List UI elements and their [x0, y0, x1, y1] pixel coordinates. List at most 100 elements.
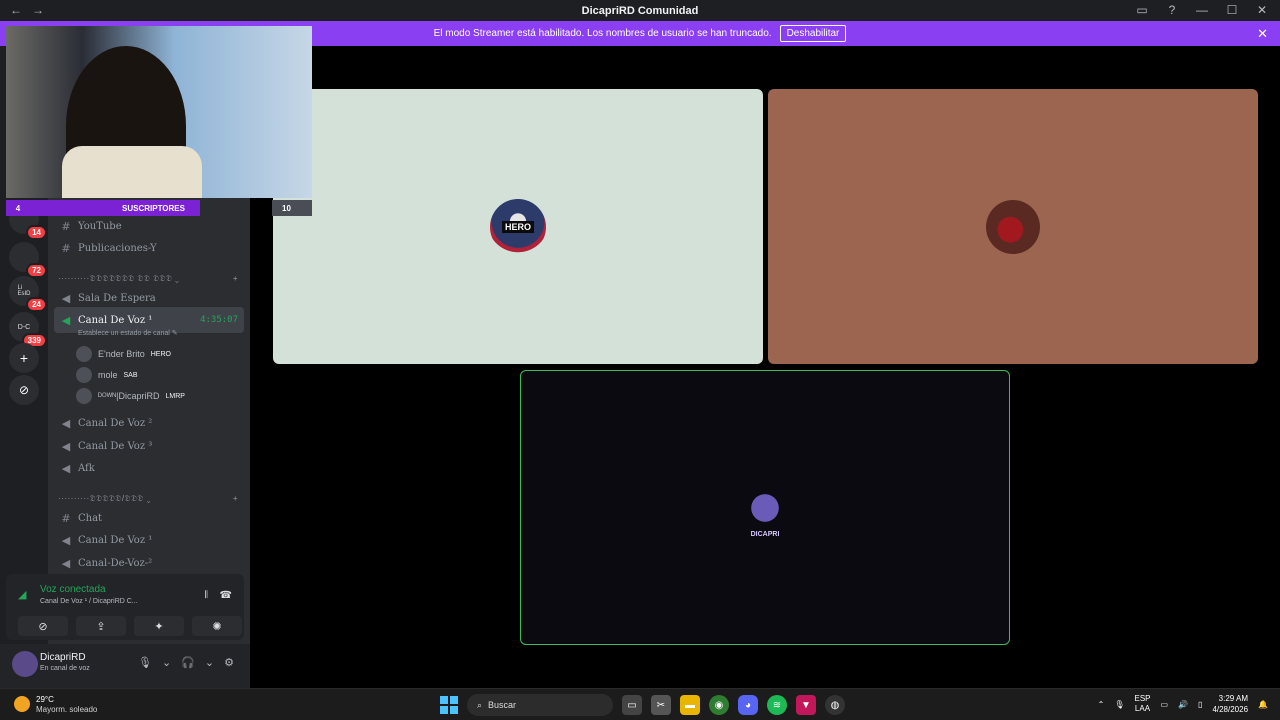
app-icon[interactable]: ▼	[796, 695, 816, 715]
chevron-down-icon[interactable]: ⌄	[205, 656, 214, 669]
voice-user[interactable]: E'nder Brito HERO	[76, 346, 171, 362]
screen-share-icon[interactable]: ⇪	[76, 616, 126, 636]
taskbar-search[interactable]: ⌕ Buscar	[467, 694, 613, 716]
participant-tile-speaking[interactable]: DICAPRI	[520, 370, 1010, 645]
avatar	[76, 367, 92, 383]
obs-icon[interactable]: ◍	[825, 695, 845, 715]
explore-icon[interactable]: ⊘	[9, 375, 39, 405]
inbox-icon[interactable]: ▭	[1134, 3, 1150, 17]
snipping-tool-icon[interactable]: ✂	[651, 695, 671, 715]
search-placeholder: Buscar	[488, 700, 517, 710]
channel-status[interactable]: Establece un estado de canal ✎	[78, 329, 178, 337]
channel-canal-de-voz-2[interactable]: ◀ Canal De Voz ²	[54, 412, 244, 434]
speaker-icon: ◀	[61, 439, 71, 453]
headphones-icon[interactable]: 🎧	[181, 656, 195, 669]
clock[interactable]: 3:29 AM 4/28/2026	[1212, 693, 1248, 715]
category-label: ··········𝔇𝔇𝔇𝔇𝔇𝔇𝔇 𝔇𝔇 𝔇𝔇𝔇 ⌄	[58, 274, 180, 283]
language-indicator[interactable]: ESP LAA	[1134, 694, 1150, 714]
call-timer: 4:35:07	[200, 315, 238, 325]
camera-icon[interactable]: ⊘	[18, 616, 68, 636]
windows-start-icon[interactable]	[440, 696, 458, 714]
channel-canal-de-voz-3[interactable]: ◀ Canal De Voz ³	[54, 435, 244, 457]
soundboard-icon[interactable]: ✺	[192, 616, 242, 636]
voice-user[interactable]: ᴰᴼᵂᴺ|DicapriRD LMRP	[76, 388, 185, 404]
server-icon[interactable]: 72	[9, 242, 47, 278]
channel-chat[interactable]: # Chat	[54, 507, 244, 529]
voice-user[interactable]: mole SAB	[76, 367, 138, 383]
channel-afk[interactable]: ◀ Afk	[54, 457, 244, 479]
file-explorer-icon[interactable]: ▬	[680, 695, 700, 715]
add-channel-icon[interactable]: +	[233, 274, 238, 284]
avatar-text: HERO	[501, 220, 534, 233]
notification-icon[interactable]: 🔔	[1258, 700, 1268, 709]
user-name[interactable]: DicapriRD	[40, 652, 86, 663]
channel-label: Canal-De-Voz-²	[78, 557, 153, 569]
voice-stage: HERO DICAPRI	[250, 46, 1280, 688]
weather-desc: Mayorm. soleado	[36, 705, 98, 714]
microphone-icon[interactable]: 🎙	[138, 656, 152, 669]
window-controls: ▭ ? — ☐ ✕	[1134, 3, 1270, 17]
task-view-icon[interactable]: ▭	[622, 695, 642, 715]
channel-publicaciones[interactable]: # Publicaciones-Y	[54, 237, 244, 259]
channel-label: Afk	[78, 462, 95, 474]
server-icon[interactable]: D-C 339	[9, 312, 47, 348]
channel-canal-de-voz-b2[interactable]: ◀ Canal-De-Voz-²	[54, 552, 244, 574]
voice-user-name: E'nder Brito	[98, 349, 145, 359]
channel-sala-de-espera[interactable]: ◀ Sala De Espera	[54, 287, 244, 309]
user-tag: SAB	[123, 371, 138, 379]
discord-icon[interactable]: ◕	[738, 695, 758, 715]
server-label: D-C	[17, 323, 31, 331]
close-button[interactable]: ✕	[1254, 3, 1270, 17]
disable-button[interactable]: Deshabilitar	[779, 25, 847, 42]
search-icon: ⌕	[477, 699, 483, 710]
hash-icon: #	[61, 219, 71, 233]
chevron-up-icon[interactable]: ⌃	[1098, 700, 1105, 709]
noise-suppression-icon[interactable]: 𝄃	[205, 590, 207, 601]
avatar	[76, 388, 92, 404]
category-label: ··········𝔇𝔇𝔇𝔇𝔇/𝔇𝔇𝔇 ⌄	[58, 494, 151, 503]
battery-icon[interactable]: ▯	[1198, 700, 1202, 709]
maximize-button[interactable]: ☐	[1224, 3, 1240, 17]
spotify-icon[interactable]: ≋	[767, 695, 787, 715]
chrome-icon[interactable]: ◉	[709, 695, 729, 715]
weather-widget[interactable]: 29°C Mayorm. soleado	[14, 694, 97, 714]
settings-icon[interactable]: ⚙	[224, 656, 234, 669]
user-status: En canal de voz	[40, 665, 90, 672]
activities-icon[interactable]: ✦	[134, 616, 184, 636]
close-icon[interactable]: ✕	[1257, 26, 1268, 42]
disconnect-icon[interactable]: ☎	[220, 590, 232, 601]
speaker-icon: ◀	[61, 556, 71, 570]
channel-canal-de-voz-b1[interactable]: ◀ Canal De Voz ¹	[54, 529, 244, 551]
server-icon[interactable]: Li EsID 24	[9, 276, 47, 312]
help-icon[interactable]: ?	[1164, 3, 1180, 17]
channel-youtube[interactable]: # YouTube	[54, 215, 244, 237]
voice-user-name: ᴰᴼᵂᴺ|DicapriRD	[98, 391, 160, 401]
voice-channel-name[interactable]: Canal De Voz ¹ / DicapriRD C...	[40, 598, 138, 605]
overlay-count: 10	[272, 200, 312, 216]
window-title: DicapriRD Comunidad	[581, 5, 699, 17]
volume-icon[interactable]: 🔊	[1178, 700, 1188, 709]
channel-label: Chat	[78, 512, 103, 524]
sun-icon	[14, 696, 30, 712]
add-server-icon[interactable]: +	[9, 343, 39, 373]
channel-label: Canal De Voz ²	[78, 417, 153, 429]
user-tag: HERO	[150, 350, 171, 358]
hash-icon: #	[61, 511, 71, 525]
participant-tile[interactable]	[768, 89, 1258, 364]
speaker-icon: ◀	[61, 313, 71, 327]
category-header[interactable]: ··········𝔇𝔇𝔇𝔇𝔇𝔇𝔇 𝔇𝔇 𝔇𝔇𝔇 ⌄ +	[58, 274, 238, 284]
chevron-down-icon[interactable]: ⌄	[162, 656, 171, 669]
participant-tile[interactable]: HERO	[273, 89, 763, 364]
user-panel: DicapriRD En canal de voz 🎙 ⌄ 🎧 ⌄ ⚙	[0, 644, 250, 688]
voice-actions: ⊘ ⇪ ✦ ✺	[18, 616, 242, 636]
subscriber-bar: 4 SUSCRIPTORES	[6, 200, 200, 216]
taskbar-apps: ⌕ Buscar ▭ ✂ ▬ ◉ ◕ ≋ ▼ ◍	[440, 694, 845, 716]
avatar[interactable]	[12, 651, 38, 677]
microphone-icon[interactable]: 🎙	[1114, 700, 1124, 709]
signal-icon[interactable]: ◢	[18, 588, 26, 601]
minimize-button[interactable]: —	[1194, 3, 1210, 17]
add-channel-icon[interactable]: +	[233, 494, 238, 504]
category-header[interactable]: ··········𝔇𝔇𝔇𝔇𝔇/𝔇𝔇𝔇 ⌄ +	[58, 494, 238, 504]
voice-status[interactable]: Voz conectada	[40, 584, 106, 595]
network-icon[interactable]: ▭	[1161, 700, 1169, 709]
